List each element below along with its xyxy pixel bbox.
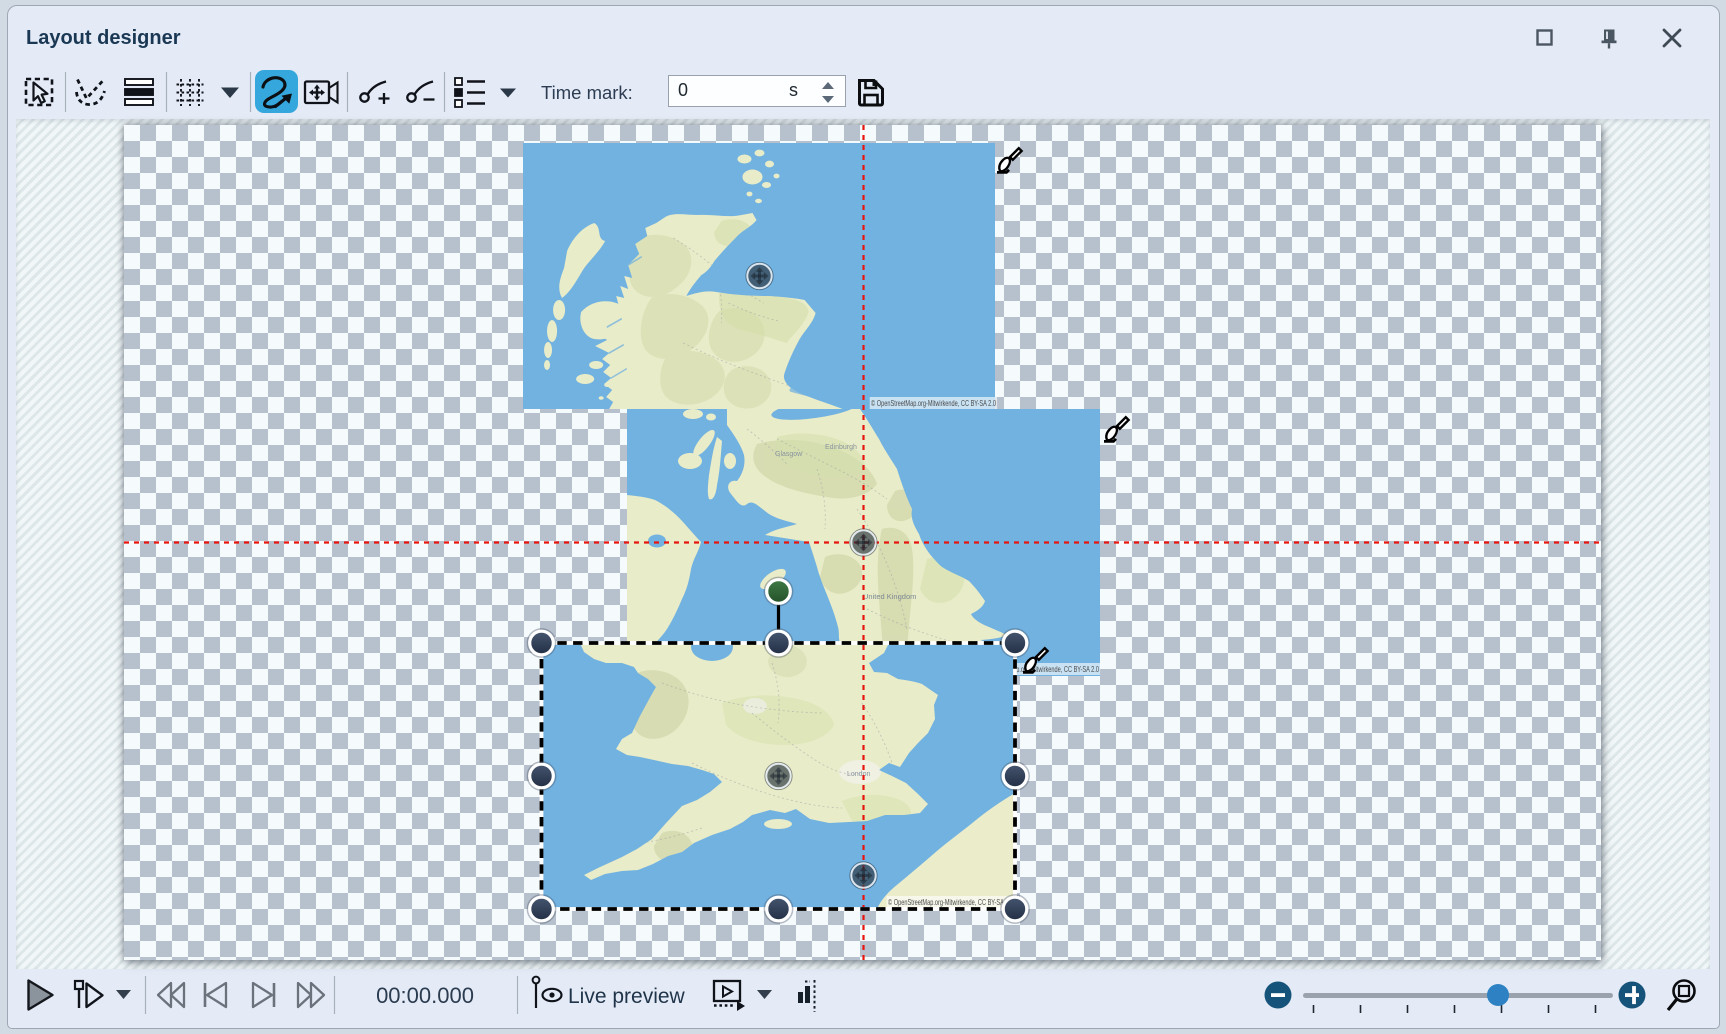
svg-text:00:00.000: 00:00.000 bbox=[376, 983, 474, 1008]
svg-text:Time mark:: Time mark: bbox=[541, 82, 633, 103]
svg-text:Live preview: Live preview bbox=[568, 985, 686, 1008]
